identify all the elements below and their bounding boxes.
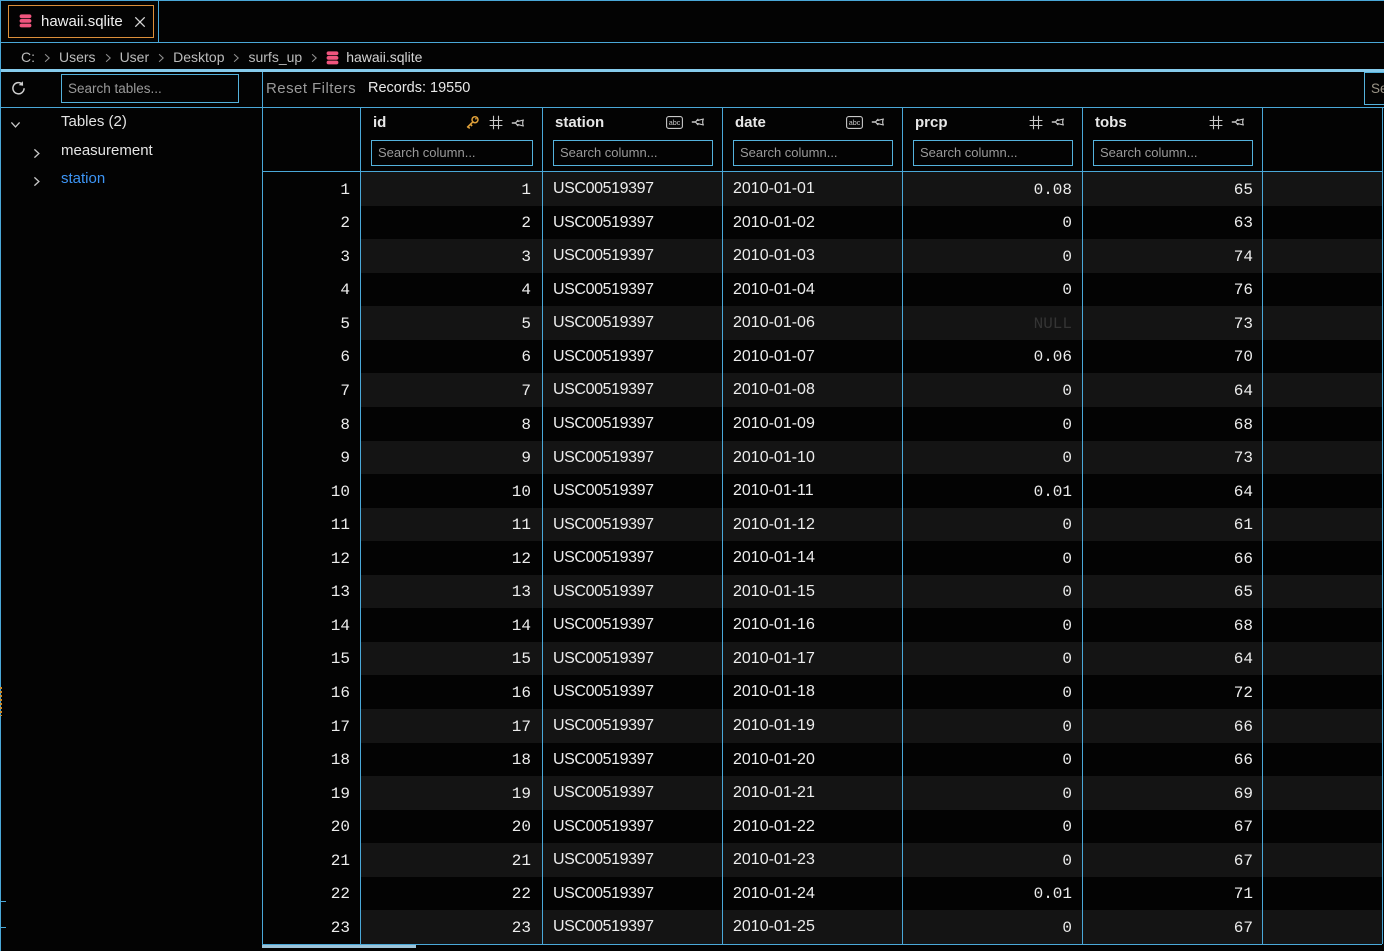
svg-text:abc: abc bbox=[849, 118, 861, 127]
svg-text:abc: abc bbox=[669, 118, 681, 127]
